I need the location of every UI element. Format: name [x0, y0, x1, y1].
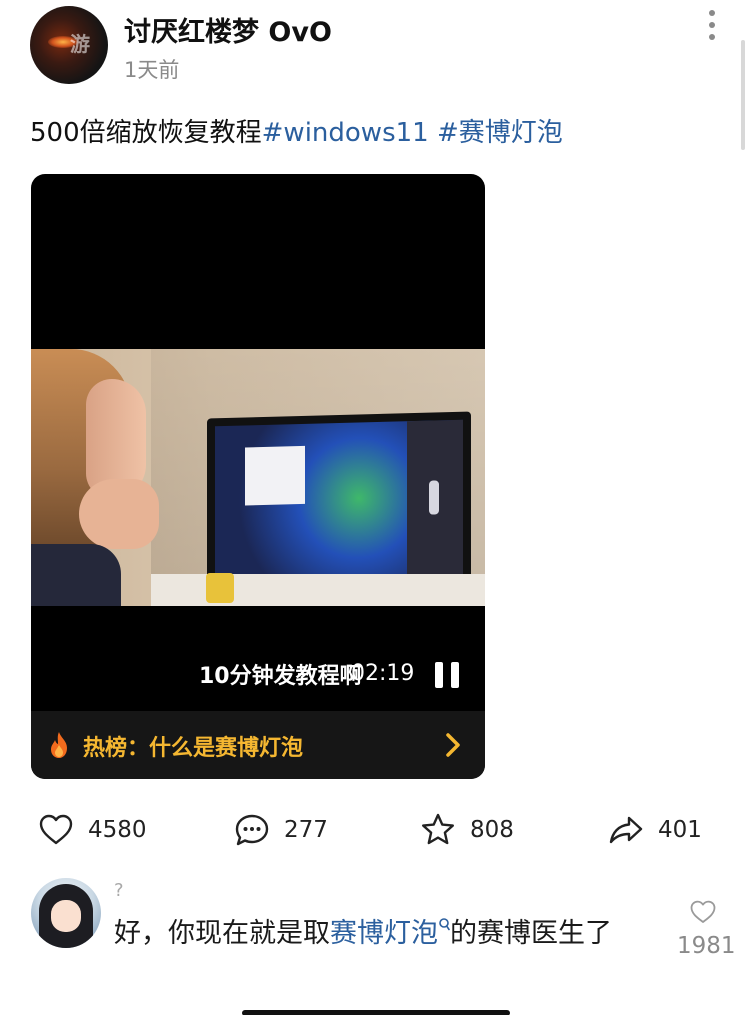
comment-like-count: 1981 — [677, 933, 736, 959]
share-action[interactable]: 401 — [608, 810, 702, 850]
more-options-icon[interactable] — [700, 10, 724, 40]
avatar-watermark: 游 — [70, 32, 90, 56]
hot-list-banner[interactable]: 热榜：什么是赛博灯泡 — [31, 711, 485, 779]
comment-action[interactable]: 277 — [234, 810, 328, 850]
like-count: 4580 — [88, 817, 147, 843]
comment-text-after: 的赛博医生了 — [450, 918, 612, 949]
favorite-count: 808 — [470, 817, 514, 843]
author-username[interactable]: 讨厌红楼梦 OvO — [124, 10, 332, 49]
commenter-avatar[interactable] — [31, 878, 101, 948]
search-icon[interactable] — [438, 918, 450, 932]
video-duration: 02:19 — [351, 661, 415, 686]
scrollbar — [741, 40, 745, 150]
video-frame — [31, 349, 485, 606]
comment-link-cyber-bulb[interactable]: 赛博灯泡 — [330, 918, 438, 949]
hashtag-windows11[interactable]: #windows11 — [262, 118, 429, 148]
author-avatar[interactable]: 游 — [30, 6, 108, 84]
post-time: 1天前 — [124, 58, 180, 82]
home-indicator — [242, 1010, 510, 1015]
post-text: 500倍缩放恢复教程#windows11 #赛博灯泡 — [30, 112, 563, 149]
star-icon — [422, 813, 454, 845]
share-arrow-icon — [609, 816, 643, 844]
hot-list-label: 热榜：什么是赛博灯泡 — [83, 736, 304, 761]
comment-text: 好，你现在就是取赛博灯泡 的赛博医生了 — [114, 912, 644, 956]
favorite-action[interactable]: 808 — [420, 810, 514, 850]
like-action[interactable]: 4580 — [38, 810, 147, 850]
comment-count: 277 — [284, 817, 328, 843]
comment-text-before: 好，你现在就是取 — [114, 918, 330, 949]
hashtag-cyber-bulb[interactable]: #赛博灯泡 — [437, 118, 563, 148]
heart-icon — [39, 814, 73, 845]
video-caption: 10分钟发教程啊 — [199, 664, 362, 689]
chevron-right-icon — [446, 733, 460, 757]
share-count: 401 — [658, 817, 702, 843]
comment-like-heart-icon[interactable] — [689, 898, 717, 926]
pause-icon[interactable] — [435, 662, 459, 688]
video-player[interactable]: 10分钟发教程啊 02:19 热榜：什么是赛博灯泡 — [31, 174, 485, 779]
fire-icon — [51, 732, 67, 758]
commenter-username[interactable]: ? — [114, 880, 124, 901]
post-body: 500倍缩放恢复教程 — [30, 118, 262, 148]
comment-bubble-icon — [235, 814, 269, 846]
